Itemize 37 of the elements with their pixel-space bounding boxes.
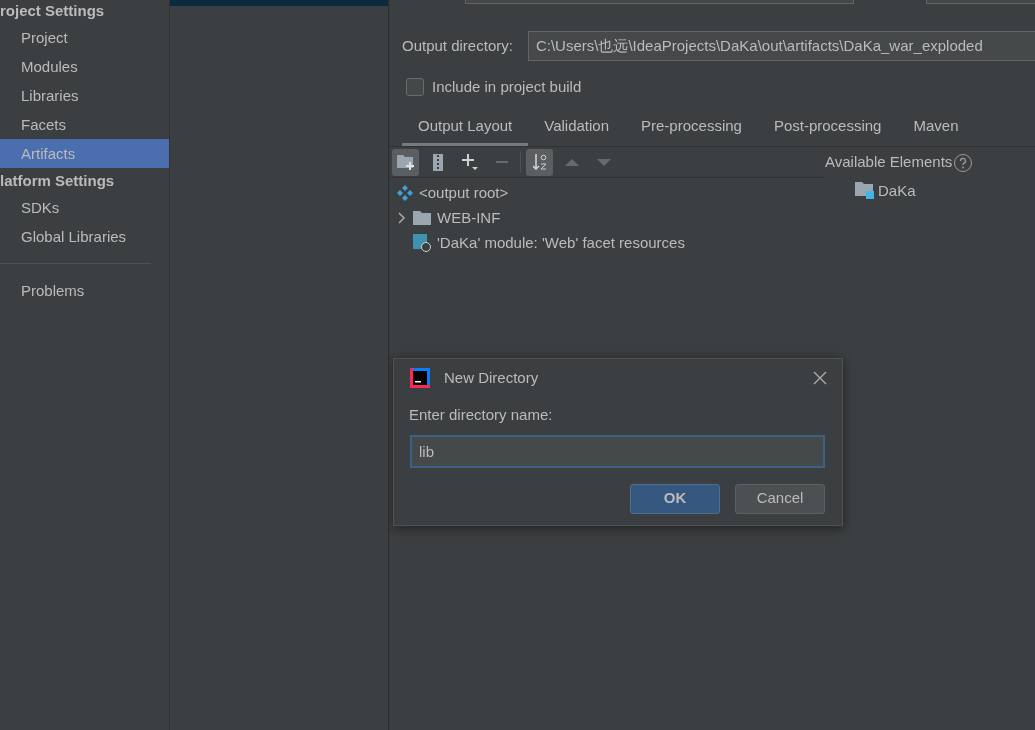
sidebar-item[interactable]: Modules — [0, 51, 169, 81]
diamond-cluster-icon — [397, 184, 413, 201]
sidebar-item[interactable]: Libraries — [0, 80, 169, 110]
prompt-label: Enter directory name: — [409, 406, 553, 423]
panel-title: Available Elements — [825, 152, 953, 173]
new-folder-button[interactable] — [392, 148, 419, 176]
section-header: latform Settings — [0, 170, 115, 191]
tab[interactable]: Output Layout — [402, 114, 529, 146]
checkbox[interactable] — [406, 78, 424, 97]
tab[interactable]: Pre-processing — [625, 114, 758, 146]
app-logo-icon — [410, 368, 430, 388]
tree-item-label[interactable]: <output root> — [419, 180, 509, 205]
tab[interactable]: Post-processing — [757, 114, 898, 146]
help-icon — [954, 153, 973, 172]
tab[interactable]: Validation — [528, 114, 625, 146]
dialog-button[interactable]: OK — [630, 483, 720, 514]
tree-item-label[interactable]: WEB-INF — [437, 205, 501, 230]
folder-icon — [413, 210, 431, 225]
sidebar-item[interactable]: Global Libraries — [0, 221, 169, 251]
sort-button[interactable] — [526, 148, 553, 176]
checkbox-label: Include in project build — [432, 77, 582, 97]
section-header: roject Settings — [0, 4, 105, 19]
field-label: Output directory: — [402, 35, 513, 56]
tab[interactable]: Maven — [897, 114, 975, 146]
dialog-button[interactable]: Cancel — [735, 483, 825, 514]
close-icon — [813, 371, 827, 385]
module-folder-icon — [855, 182, 874, 199]
tree-item-label[interactable]: 'DaKa' module: 'Web' facet resources — [437, 230, 685, 255]
sidebar-item[interactable]: Project — [0, 22, 169, 52]
sidebar-item[interactable]: Problems — [0, 275, 169, 305]
tree-item-label[interactable]: DaKa — [878, 178, 916, 203]
output-directory-field[interactable]: C:\Users\也远\IdeaProjects\DaKa\out\artifacts\DaKa_war_exploded — [527, 31, 1035, 61]
directory-name-field[interactable]: lib — [410, 434, 825, 468]
web-module-icon — [413, 233, 431, 252]
sidebar-item[interactable]: SDKs — [0, 192, 169, 222]
dialog-title: New Directory — [444, 367, 540, 388]
sidebar-item[interactable]: Facets — [0, 109, 169, 139]
